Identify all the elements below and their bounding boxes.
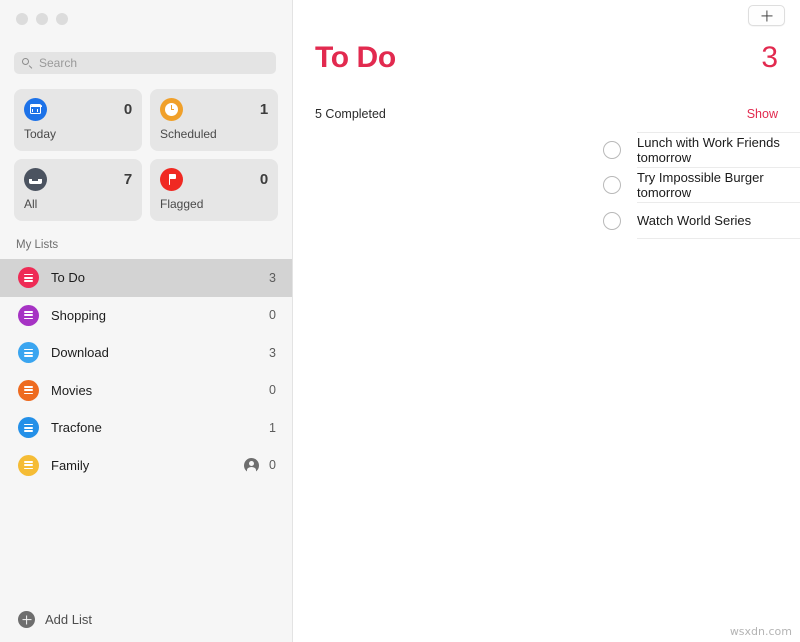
sidebar-item-label: Tracfone <box>51 420 102 436</box>
sidebar-item-download[interactable]: Download 3 <box>0 334 292 372</box>
task-checkbox[interactable] <box>603 176 621 195</box>
task-title: Watch World Series <box>637 213 752 229</box>
add-list-label: Add List <box>45 612 92 627</box>
plus-circle-icon <box>18 611 35 628</box>
task-title: Try Impossible Burger tomorrow <box>637 170 764 201</box>
smart-list-today-count: 0 <box>123 100 132 118</box>
table-row[interactable]: Watch World Series <box>293 203 800 239</box>
completed-count-label: 5 Completed <box>315 107 386 121</box>
task-checkbox[interactable] <box>603 211 621 230</box>
list-bullets-icon <box>18 454 39 476</box>
list-bullets-icon <box>18 267 39 289</box>
sidebar-item-count: 3 <box>269 345 276 360</box>
sidebar-item-label: To Do <box>51 270 85 286</box>
main-content: To Do 3 5 Completed Show Lunch with Work… <box>293 0 800 642</box>
table-row[interactable]: Try Impossible Burger tomorrow <box>293 168 800 204</box>
page-title: To Do <box>315 41 396 74</box>
sidebar: Search 0 Today 1 Scheduled 7 All 0 Flagg… <box>0 0 293 642</box>
smart-list-all-count: 7 <box>123 170 132 188</box>
sidebar-item-count: 0 <box>269 383 276 398</box>
smart-list-flagged-top: 0 <box>160 167 268 191</box>
task-list: Lunch with Work Friends tomorrow Try Imp… <box>293 132 800 239</box>
show-completed-link[interactable]: Show <box>747 107 778 121</box>
watermark: wsxdn.com <box>729 625 792 638</box>
smart-list-today-top: 0 <box>24 97 132 121</box>
table-row[interactable]: Lunch with Work Friends tomorrow <box>293 132 800 168</box>
sidebar-item-label: Movies <box>51 382 93 398</box>
clock-icon <box>160 97 183 121</box>
smart-list-flagged[interactable]: 0 Flagged <box>150 159 278 221</box>
sidebar-item-count: 0 <box>269 308 276 323</box>
my-lists: To Do 3 Shopping 0 Download 3 Movies 0 T <box>0 259 292 484</box>
task-checkbox[interactable] <box>603 140 621 159</box>
sidebar-item-tracfone[interactable]: Tracfone 1 <box>0 409 292 447</box>
smart-list-scheduled-top: 1 <box>160 97 268 121</box>
smart-list-today[interactable]: 0 Today <box>14 89 142 151</box>
search-placeholder: Search <box>39 56 78 70</box>
task-title: Lunch with Work Friends tomorrow <box>637 134 780 165</box>
sidebar-item-to-do[interactable]: To Do 3 <box>0 259 292 297</box>
sidebar-item-shopping[interactable]: Shopping 0 <box>0 297 292 335</box>
completed-bar: 5 Completed Show <box>315 107 778 121</box>
list-bullets-icon <box>18 379 39 401</box>
my-lists-header: My Lists <box>16 239 59 251</box>
smart-list-flagged-count: 0 <box>259 170 268 188</box>
sidebar-item-label: Family <box>51 457 90 473</box>
add-reminder-button[interactable] <box>748 5 785 26</box>
sidebar-item-family[interactable]: Family 0 <box>0 447 292 485</box>
calendar-icon <box>24 97 47 121</box>
smart-list-scheduled-label: Scheduled <box>160 127 217 141</box>
search-icon <box>22 57 33 69</box>
smart-list-scheduled-count: 1 <box>259 100 268 118</box>
smart-list-all-label: All <box>24 197 38 211</box>
smart-list-all[interactable]: 7 All <box>14 159 142 221</box>
close-button[interactable] <box>16 13 28 25</box>
plus-icon <box>761 10 772 21</box>
zoom-button[interactable] <box>56 13 68 25</box>
reminders-window: Search 0 Today 1 Scheduled 7 All 0 Flagg… <box>0 0 800 642</box>
window-controls <box>16 13 68 25</box>
minimize-button[interactable] <box>36 13 48 25</box>
add-list-button[interactable]: Add List <box>18 611 92 628</box>
sidebar-item-label: Shopping <box>51 307 106 323</box>
list-bullets-icon <box>18 304 39 326</box>
sidebar-item-movies[interactable]: Movies 0 <box>0 372 292 410</box>
smart-list-all-top: 7 <box>24 167 132 191</box>
smart-list-flagged-label: Flagged <box>160 197 204 211</box>
sidebar-item-count: 0 <box>269 458 276 473</box>
sidebar-item-count: 3 <box>269 270 276 285</box>
smart-lists-grid: 0 Today 1 Scheduled 7 All 0 Flagged <box>14 89 278 221</box>
sidebar-item-label: Download <box>51 345 109 361</box>
smart-list-scheduled[interactable]: 1 Scheduled <box>150 89 278 151</box>
flag-icon <box>160 167 183 191</box>
list-bullets-icon <box>18 342 39 364</box>
shared-person-icon <box>244 457 260 474</box>
list-bullets-icon <box>18 417 39 439</box>
search-input[interactable]: Search <box>14 52 276 74</box>
list-total-count: 3 <box>761 41 778 74</box>
sidebar-item-count: 1 <box>269 420 276 435</box>
list-header: To Do 3 <box>315 43 778 73</box>
tray-icon <box>24 167 47 191</box>
smart-list-today-label: Today <box>24 127 57 141</box>
